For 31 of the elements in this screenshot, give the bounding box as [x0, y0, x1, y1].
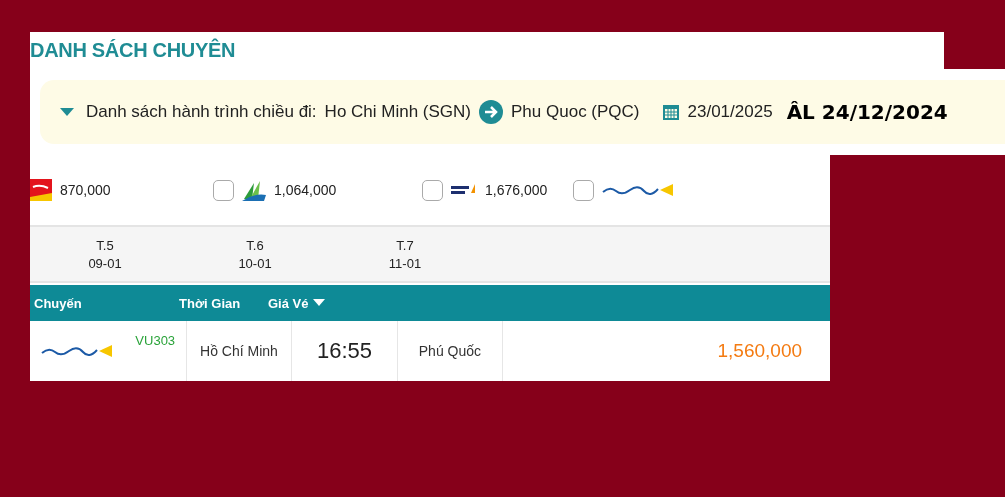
destination-text: Phu Quoc (PQC) [511, 102, 640, 122]
fare-price: 1,676,000 [485, 182, 548, 198]
airline-checkbox[interactable] [422, 179, 443, 201]
flight-number: VU303 [135, 333, 176, 348]
day-tab[interactable]: T.5 09-01 [30, 237, 180, 271]
origin-text: Ho Chi Minh (SGN) [324, 102, 472, 122]
airline-logo-icon [41, 345, 114, 357]
page-title: DANH SÁCH CHUYÊN [30, 39, 236, 62]
lunar-date: ÂL 24/12/2024 [786, 100, 948, 124]
airline-logo-icon [602, 184, 674, 196]
day-tab[interactable]: T.7 11-01 [330, 237, 480, 271]
caret-down-icon [313, 299, 326, 307]
day-tab[interactable]: T.6 10-01 [180, 237, 330, 271]
arrow-right-icon [479, 100, 504, 124]
ticket-price: 1,560,000 [717, 340, 802, 362]
departure-time: 16:55 [316, 338, 372, 364]
fare-price: 1,064,000 [274, 182, 337, 198]
column-header[interactable]: Giá Vé [268, 295, 309, 311]
airline-logo-icon [242, 179, 266, 201]
origin-city: Hồ Chí Minh [200, 343, 278, 359]
airline-logo-icon [451, 183, 477, 197]
destination-city: Phú Quốc [418, 343, 482, 359]
caret-icon[interactable] [60, 107, 74, 117]
column-header: Thời Gian [179, 295, 241, 311]
fare-price: 870,000 [60, 182, 111, 198]
column-header: Chuyến [34, 295, 82, 311]
airline-checkbox[interactable] [213, 179, 234, 201]
calendar-icon [661, 103, 680, 121]
departure-date: 23/01/2025 [687, 102, 773, 122]
airline-checkbox[interactable] [573, 179, 594, 201]
route-label: Danh sách hành trình chiều đi: [86, 102, 317, 122]
